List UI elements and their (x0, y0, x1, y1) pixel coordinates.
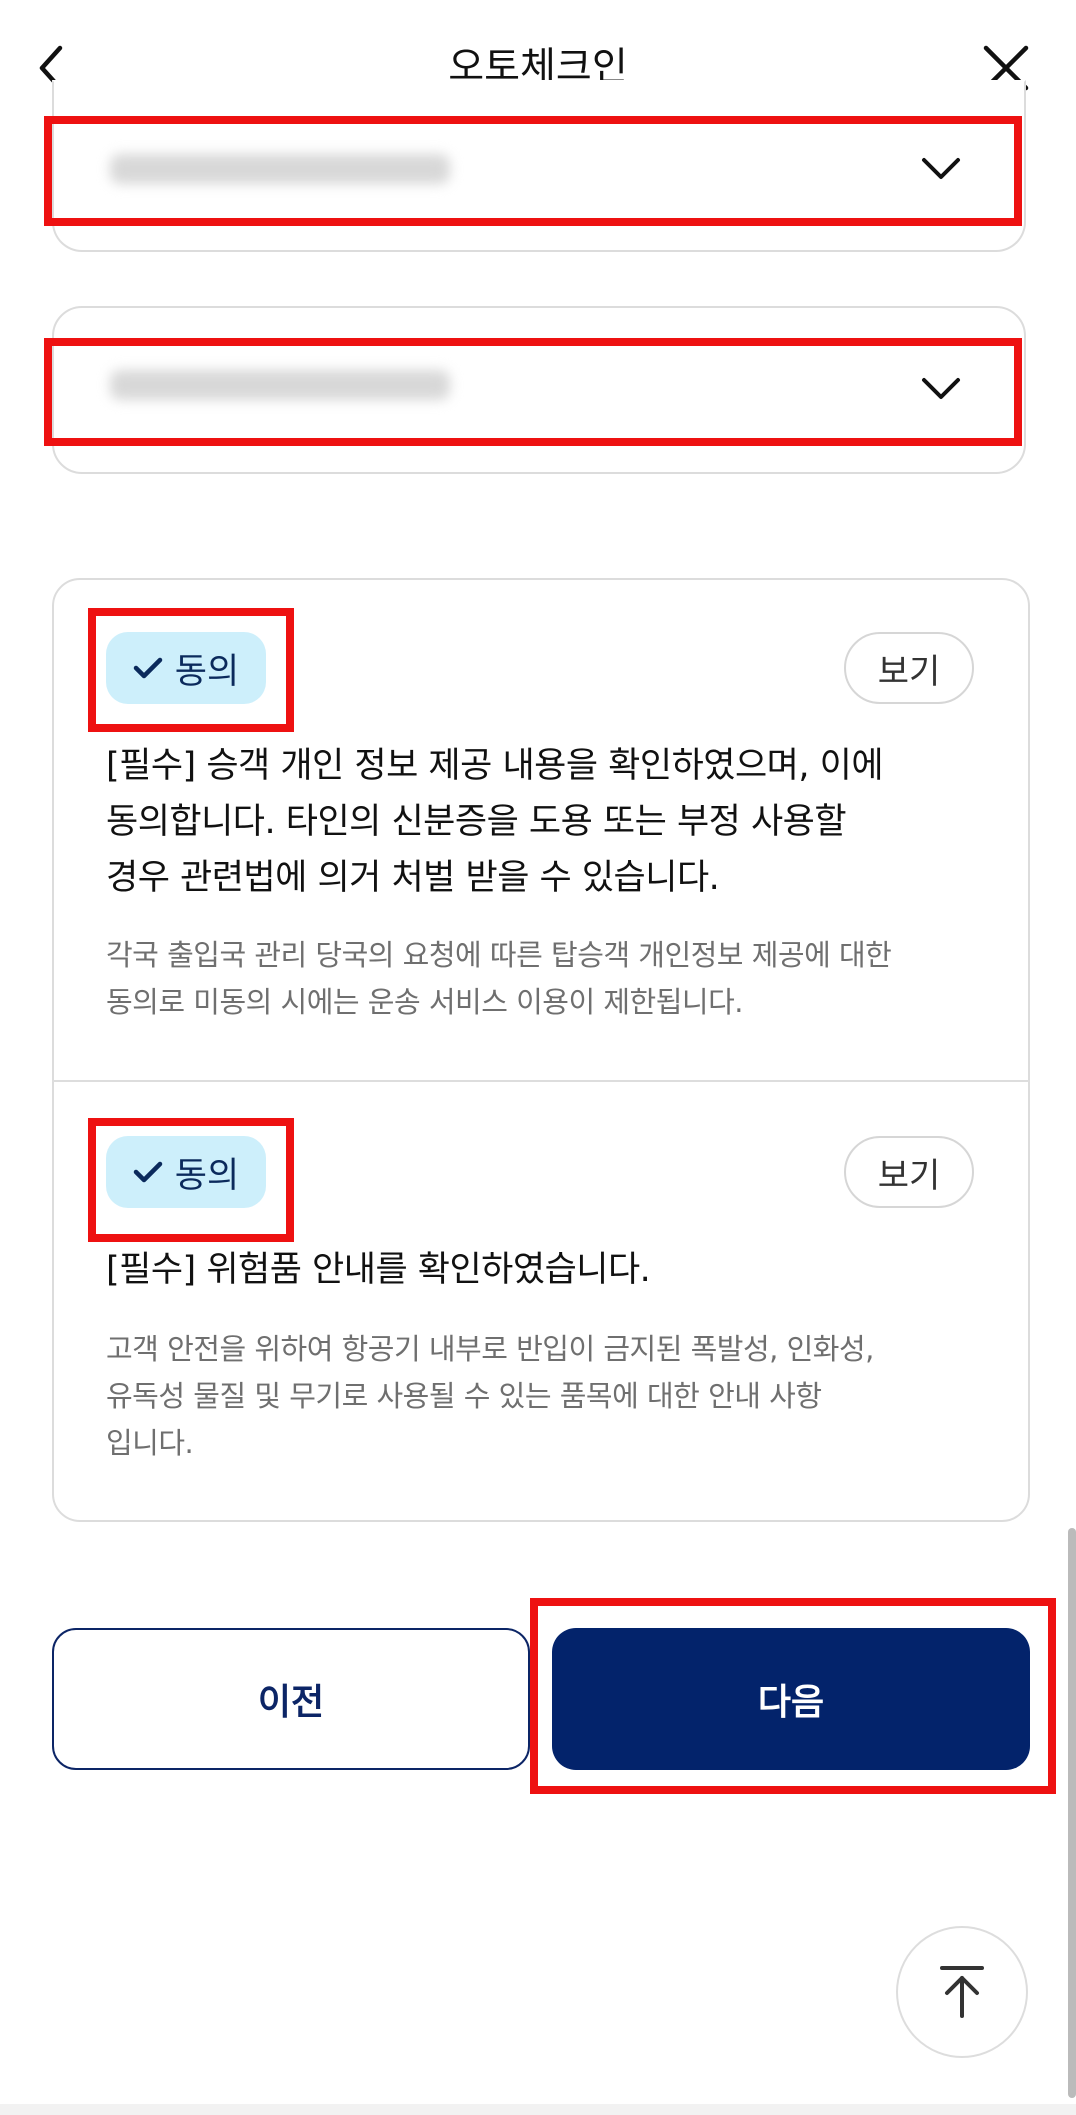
consent-text-line: 경우 관련법에 의거 처벌 받을 수 있습니다. (106, 858, 720, 898)
passenger-card-1 (52, 80, 1026, 252)
scrollbar[interactable] (1068, 1528, 1076, 2098)
passenger-card-2 (52, 306, 1026, 474)
next-button[interactable]: 다음 (552, 1628, 1030, 1770)
consent-desc-line: 동의로 미동의 시에는 운송 서비스 이용이 제한됩니다. (106, 985, 744, 1019)
agree-label: 동의 (174, 1155, 240, 1196)
passenger-selector-1[interactable] (54, 82, 1024, 250)
consent-text-1: [필수] 승객 개인 정보 제공 내용을 확인하였으며, 이에 동의합니다. 타… (106, 738, 1006, 906)
consent-divider (52, 1080, 1030, 1082)
consent-text-line: [필수] 위험품 안내를 확인하였습니다. (106, 1250, 651, 1290)
chevron-down-icon (922, 158, 960, 179)
view-button-1[interactable]: 보기 (844, 632, 974, 704)
agree-label: 동의 (174, 651, 240, 692)
consent-desc-line: 입니다. (106, 1426, 194, 1460)
scroll-top-button[interactable] (896, 1926, 1028, 2058)
arrow-up-to-top-icon (940, 1966, 984, 2018)
prev-button[interactable]: 이전 (52, 1628, 530, 1770)
passenger-name-masked (110, 370, 450, 400)
consent-text-line: 동의합니다. 타인의 신분증을 도용 또는 부정 사용할 (106, 802, 847, 842)
chevron-down-icon (922, 378, 960, 399)
consent-desc-2: 고객 안전을 위하여 항공기 내부로 반입이 금지된 폭발성, 인화성, 유독성… (106, 1326, 1006, 1467)
consent-desc-line: 유독성 물질 및 무기로 사용될 수 있는 품목에 대한 안내 사항 (106, 1379, 822, 1413)
check-icon (133, 1161, 163, 1183)
check-icon (133, 657, 163, 679)
consent-text-2: [필수] 위험품 안내를 확인하였습니다. (106, 1242, 1006, 1298)
view-button-2[interactable]: 보기 (844, 1136, 974, 1208)
bottom-bar (0, 2104, 1076, 2115)
consent-desc-line: 고객 안전을 위하여 항공기 내부로 반입이 금지된 폭발성, 인화성, (106, 1332, 874, 1366)
consent-desc-1: 각국 출입국 관리 당국의 요청에 따른 탑승객 개인정보 제공에 대한 동의로… (106, 932, 1006, 1026)
consent-text-line: [필수] 승객 개인 정보 제공 내용을 확인하였으며, 이에 (106, 746, 884, 786)
passenger-name-masked (110, 154, 450, 184)
consent-agree-toggle-1[interactable]: 동의 (106, 632, 266, 704)
passenger-selector-2[interactable] (54, 308, 1024, 472)
consent-desc-line: 각국 출입국 관리 당국의 요청에 따른 탑승객 개인정보 제공에 대한 (106, 938, 892, 972)
consent-agree-toggle-2[interactable]: 동의 (106, 1136, 266, 1208)
